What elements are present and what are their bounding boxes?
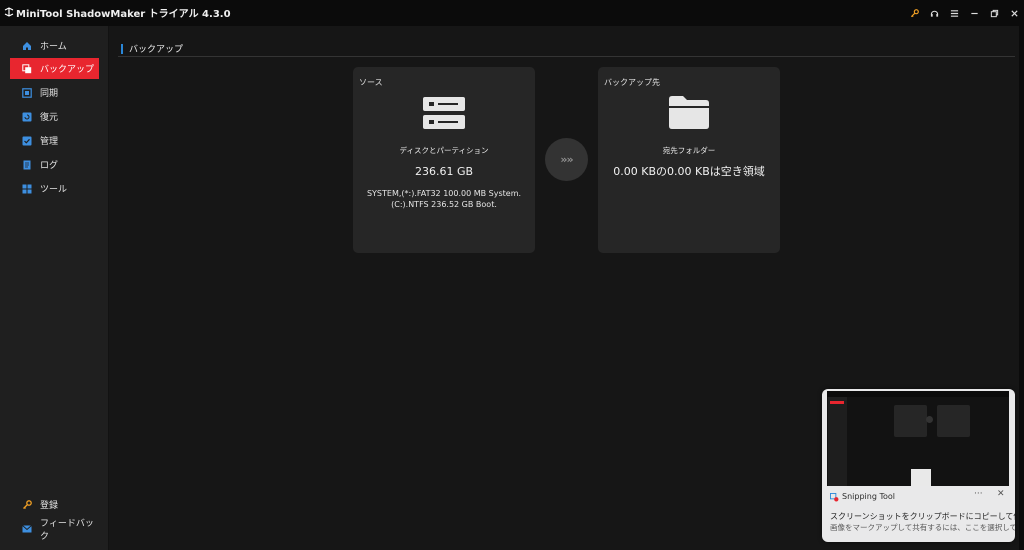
- sidebar-item-label: 復元: [40, 113, 59, 123]
- disk-icon: [353, 97, 535, 130]
- key-icon[interactable]: [904, 0, 924, 26]
- manage-icon: [22, 136, 32, 146]
- sidebar: ホーム バックアップ 同期 復元 管理 ログ ツール 登録 フィードバック: [0, 26, 108, 550]
- sidebar-item-label: フィードバック: [40, 518, 94, 542]
- sidebar-item-label: ツール: [40, 185, 68, 195]
- sidebar-item-label: 同期: [40, 89, 59, 99]
- sidebar-item-tools[interactable]: ツール: [10, 178, 99, 199]
- source-detail-line: SYSTEM,(*:).FAT32 100.00 MB System.: [366, 189, 522, 198]
- close-icon[interactable]: [1004, 0, 1024, 26]
- sidebar-item-home[interactable]: ホーム: [10, 35, 99, 56]
- home-icon: [22, 41, 32, 51]
- toast-message: スクリーンショットをクリップボードにコピーして保存しました: [830, 512, 1015, 521]
- destination-label: バックアップ先: [604, 78, 660, 87]
- sidebar-item-feedback[interactable]: フィードバック: [10, 518, 99, 542]
- restore-icon[interactable]: [984, 0, 1004, 26]
- mail-icon: [22, 524, 32, 534]
- destination-subtitle: 宛先フォルダー: [662, 146, 716, 155]
- source-detail: SYSTEM,(*:).FAT32 100.00 MB System. (C:)…: [353, 188, 535, 210]
- sidebar-item-log[interactable]: ログ: [10, 154, 99, 175]
- sidebar-item-sync[interactable]: 同期: [10, 82, 99, 103]
- source-card[interactable]: ソース ディスクとパーティション 236.61 GB SYSTEM,(*:).F…: [353, 67, 535, 253]
- snipping-tool-notification[interactable]: Snipping Tool ··· ✕ スクリーンショットをクリップボードにコピ…: [822, 389, 1015, 542]
- sync-icon: [22, 87, 32, 98]
- section-divider: [118, 56, 1015, 57]
- restore-icon: [22, 112, 32, 122]
- title-bar: MiniTool ShadowMaker トライアル 4.3.0: [0, 0, 1024, 26]
- headset-icon[interactable]: [924, 0, 944, 26]
- sidebar-item-label: 管理: [40, 137, 59, 147]
- sidebar-item-label: ホーム: [40, 42, 67, 52]
- source-subtitle: ディスクとパーティション: [399, 146, 489, 155]
- sidebar-item-backup[interactable]: バックアップ: [10, 58, 99, 79]
- app-logo-icon: [4, 7, 14, 17]
- toast-submessage: 画像をマークアップして共有するには、ここを選択してください: [830, 523, 1015, 532]
- log-icon: [22, 160, 32, 170]
- minimize-icon[interactable]: [964, 0, 984, 26]
- sidebar-item-label: ログ: [40, 161, 59, 171]
- toast-close-button[interactable]: ✕: [997, 489, 1005, 499]
- page-title: バックアップ: [129, 45, 184, 55]
- snipping-tool-icon: [830, 493, 839, 502]
- toast-app-name: Snipping Tool: [842, 492, 895, 501]
- screenshot-thumbnail: [827, 391, 1009, 486]
- sidebar-item-label: 登録: [40, 501, 59, 511]
- arrow-icon: »»: [545, 138, 588, 181]
- window-edge: [1019, 26, 1024, 550]
- destination-card[interactable]: バックアップ先 宛先フォルダー 0.00 KBの0.00 KBは空き領域: [598, 67, 780, 253]
- key-icon: [22, 499, 32, 510]
- source-label: ソース: [359, 78, 383, 87]
- sidebar-item-restore[interactable]: 復元: [10, 106, 99, 127]
- backup-icon: [22, 63, 32, 74]
- toast-more-button[interactable]: ···: [974, 489, 983, 499]
- sidebar-item-label: バックアップ: [40, 65, 95, 75]
- section-accent-bar: [121, 44, 123, 54]
- menu-icon[interactable]: [944, 0, 964, 26]
- source-size: 236.61 GB: [414, 165, 474, 178]
- source-detail-line: (C:).NTFS 236.52 GB Boot.: [391, 200, 497, 209]
- sidebar-item-manage[interactable]: 管理: [10, 130, 99, 151]
- folder-icon: [598, 96, 780, 129]
- sidebar-item-register[interactable]: 登録: [10, 494, 99, 515]
- destination-info: 0.00 KBの0.00 KBは空き領域: [613, 165, 765, 178]
- tools-icon: [22, 184, 32, 194]
- app-title: MiniTool ShadowMaker トライアル 4.3.0: [16, 9, 231, 20]
